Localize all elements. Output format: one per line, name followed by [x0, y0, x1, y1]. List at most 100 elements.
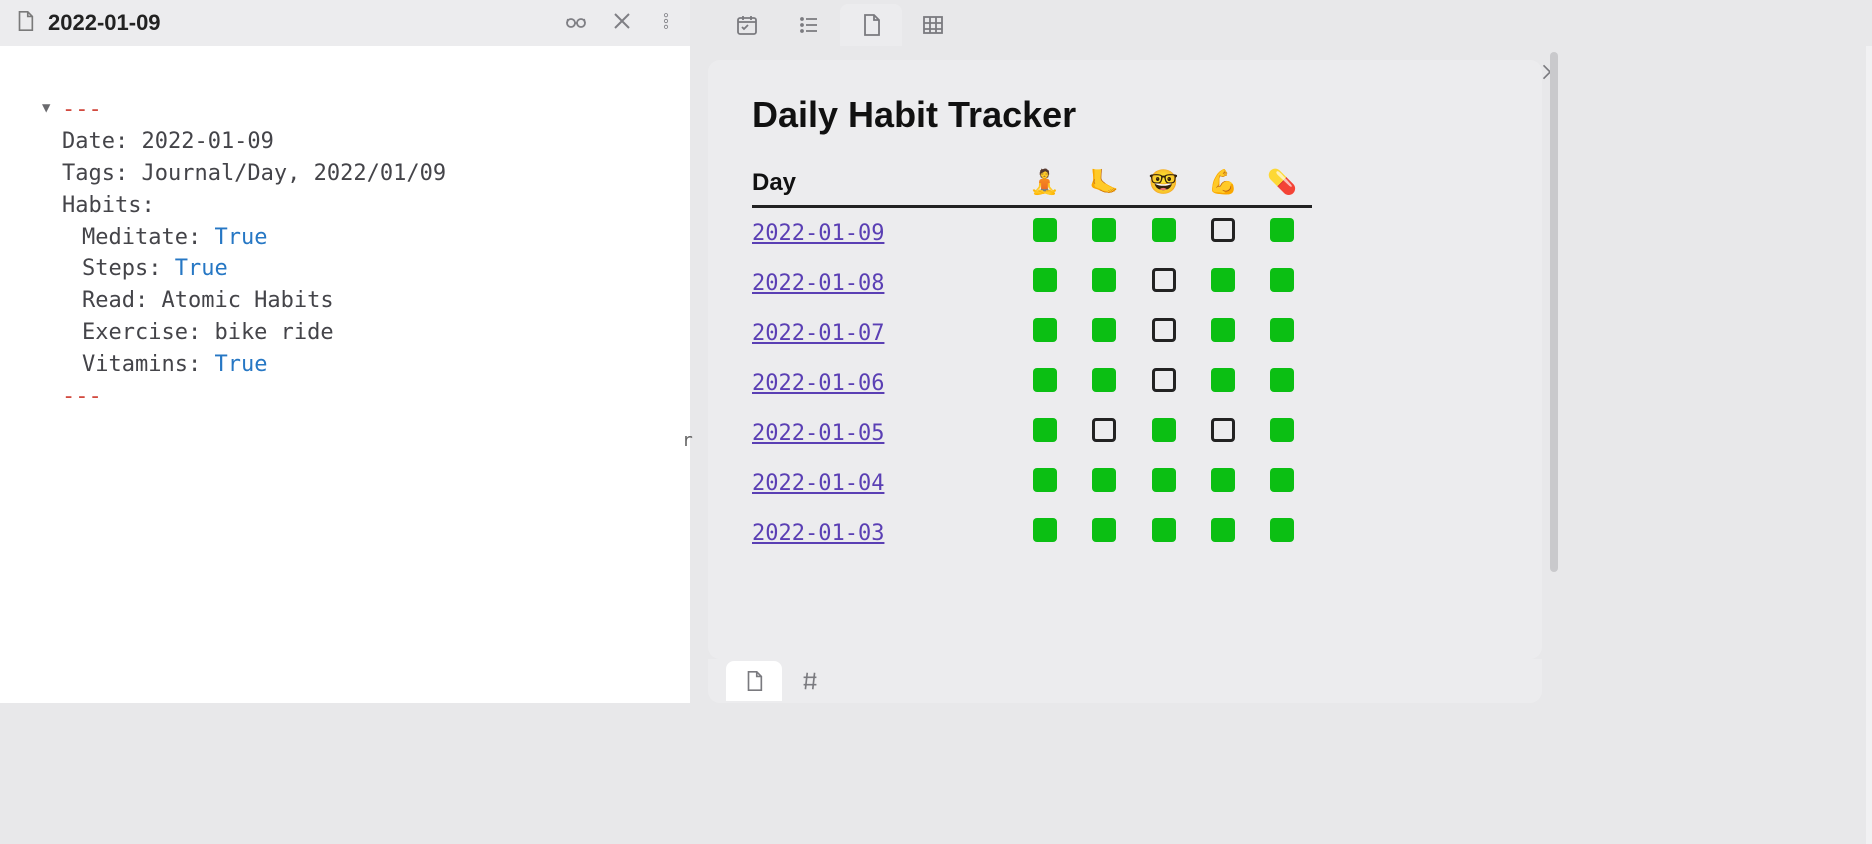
day-link[interactable]: 2022-01-07 — [752, 321, 884, 346]
column-habit-icon: 💪 — [1193, 162, 1252, 207]
habit-cell — [1193, 207, 1252, 259]
day-link[interactable]: 2022-01-05 — [752, 421, 884, 446]
check-done-icon — [1270, 268, 1294, 292]
habit-cell — [1193, 458, 1252, 508]
check-done-icon — [1033, 518, 1057, 542]
check-done-icon — [1270, 368, 1294, 392]
editor-line[interactable]: Read: Atomic Habits — [42, 285, 690, 317]
habit-cell — [1015, 258, 1074, 308]
check-done-icon — [1033, 468, 1057, 492]
column-habit-icon: 🦶 — [1074, 162, 1133, 207]
editor-line[interactable]: Habits: — [42, 190, 690, 222]
check-done-icon — [1211, 268, 1235, 292]
check-done-icon — [1270, 218, 1294, 242]
check-done-icon — [1152, 468, 1176, 492]
close-icon[interactable] — [610, 9, 634, 38]
tab-calendar[interactable] — [716, 4, 778, 46]
check-done-icon — [1211, 518, 1235, 542]
check-empty-icon — [1152, 268, 1176, 292]
check-done-icon — [1211, 468, 1235, 492]
habit-cell — [1015, 207, 1074, 259]
habit-cell — [1015, 358, 1074, 408]
table-row: 2022-01-07 — [752, 308, 1312, 358]
column-habit-icon: 💊 — [1253, 162, 1312, 207]
bottom-tab-note[interactable] — [726, 661, 782, 701]
table-row: 2022-01-06 — [752, 358, 1312, 408]
check-done-icon — [1270, 318, 1294, 342]
editor-line[interactable]: --- — [42, 381, 690, 413]
day-cell: 2022-01-06 — [752, 358, 1015, 408]
editor-line[interactable]: Date: 2022-01-09 — [42, 126, 690, 158]
bottom-tabs — [708, 659, 1542, 703]
habit-cell — [1193, 358, 1252, 408]
tab-note[interactable] — [840, 4, 902, 46]
check-done-icon — [1033, 368, 1057, 392]
check-done-icon — [1270, 418, 1294, 442]
day-link[interactable]: 2022-01-06 — [752, 371, 884, 396]
editor-line[interactable]: Tags: Journal/Day, 2022/01/09 — [42, 158, 690, 190]
table-row: 2022-01-08 — [752, 258, 1312, 308]
note-title[interactable]: 2022-01-09 — [48, 10, 552, 36]
check-done-icon — [1270, 518, 1294, 542]
editor-header: 2022-01-09 — [0, 0, 690, 46]
more-menu-icon[interactable] — [656, 9, 676, 38]
check-empty-icon — [1092, 418, 1116, 442]
check-done-icon — [1033, 268, 1057, 292]
habit-cell — [1015, 408, 1074, 458]
day-link[interactable]: 2022-01-04 — [752, 471, 884, 496]
habit-cell — [1193, 258, 1252, 308]
tracker-card: Daily Habit Tracker Day🧘🦶🤓💪💊 2022-01-092… — [708, 60, 1542, 659]
habit-cell — [1193, 508, 1252, 558]
habit-cell — [1074, 308, 1133, 358]
scrollbar[interactable] — [1866, 46, 1872, 844]
habit-cell — [1134, 207, 1193, 259]
day-cell: 2022-01-07 — [752, 308, 1015, 358]
check-done-icon — [1152, 518, 1176, 542]
column-habit-icon: 🤓 — [1134, 162, 1193, 207]
table-row: 2022-01-05 — [752, 408, 1312, 458]
check-done-icon — [1152, 418, 1176, 442]
tab-list[interactable] — [778, 4, 840, 46]
editor-line[interactable]: Exercise: bike ride — [42, 317, 690, 349]
check-done-icon — [1092, 518, 1116, 542]
habit-cell — [1253, 508, 1312, 558]
habit-cell — [1134, 258, 1193, 308]
fold-caret-icon[interactable]: ▼ — [42, 98, 50, 118]
column-habit-icon: 🧘 — [1015, 162, 1074, 207]
check-done-icon — [1092, 468, 1116, 492]
habit-cell — [1253, 408, 1312, 458]
table-row: 2022-01-03 — [752, 508, 1312, 558]
tracker-title: Daily Habit Tracker — [752, 94, 1498, 136]
reading-mode-icon[interactable] — [564, 9, 588, 38]
table-row: 2022-01-04 — [752, 458, 1312, 508]
file-icon — [14, 10, 36, 37]
check-empty-icon — [1152, 318, 1176, 342]
habit-table: Day🧘🦶🤓💪💊 2022-01-092022-01-082022-01-072… — [752, 162, 1312, 558]
habit-cell — [1074, 258, 1133, 308]
scrollbar-thumb[interactable] — [1550, 52, 1558, 572]
editor-line[interactable]: Steps: True — [42, 253, 690, 285]
day-link[interactable]: 2022-01-03 — [752, 521, 884, 546]
editor-line[interactable]: --- — [42, 94, 690, 126]
check-done-icon — [1152, 218, 1176, 242]
day-link[interactable]: 2022-01-08 — [752, 271, 884, 296]
check-empty-icon — [1211, 418, 1235, 442]
check-done-icon — [1092, 268, 1116, 292]
check-done-icon — [1211, 318, 1235, 342]
tab-table[interactable] — [902, 4, 964, 46]
check-empty-icon — [1211, 218, 1235, 242]
editor-line[interactable]: Meditate: True — [42, 222, 690, 254]
habit-cell — [1193, 308, 1252, 358]
habit-cell — [1074, 458, 1133, 508]
habit-cell — [1074, 207, 1133, 259]
habit-cell — [1193, 408, 1252, 458]
habit-cell — [1015, 458, 1074, 508]
check-empty-icon — [1152, 368, 1176, 392]
stray-char: r — [682, 430, 693, 451]
day-link[interactable]: 2022-01-09 — [752, 221, 884, 246]
habit-cell — [1253, 308, 1312, 358]
day-cell: 2022-01-03 — [752, 508, 1015, 558]
editor-body[interactable]: ▼ ---Date: 2022-01-09Tags: Journal/Day, … — [0, 46, 690, 703]
editor-line[interactable]: Vitamins: True — [42, 349, 690, 381]
bottom-tab-hash[interactable] — [782, 661, 838, 701]
